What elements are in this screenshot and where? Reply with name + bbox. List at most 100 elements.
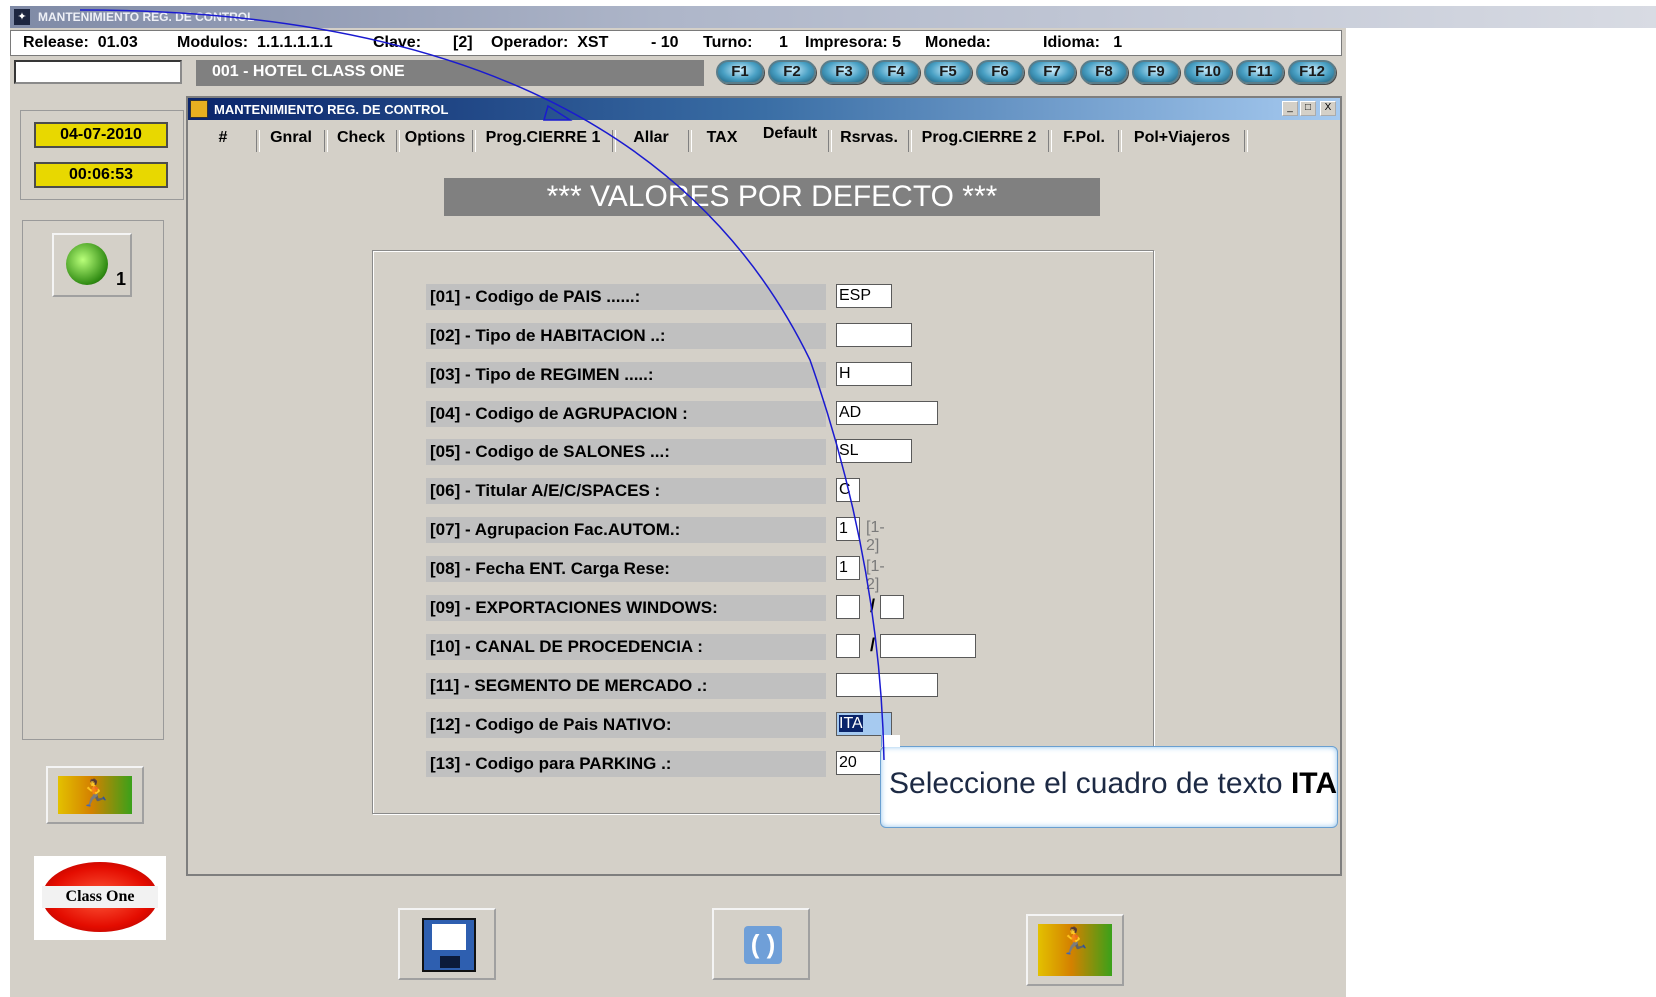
selected-text: ITA bbox=[839, 715, 863, 732]
exit-running-man-icon: 🏃 bbox=[1038, 924, 1112, 976]
tab-rsrvas[interactable]: Rsrvas. bbox=[832, 126, 906, 152]
exportaciones-input-2[interactable] bbox=[880, 595, 904, 619]
field-label: [01] - Codigo de PAIS ......: bbox=[426, 284, 826, 310]
tab-separator bbox=[1244, 130, 1248, 152]
exit-button[interactable]: 🏃 bbox=[1026, 914, 1124, 986]
section-banner: *** VALORES POR DEFECTO *** bbox=[444, 178, 1100, 216]
command-input[interactable] bbox=[14, 60, 182, 84]
release-text: Release: 01.03 bbox=[23, 34, 138, 51]
f2-button[interactable]: F2 bbox=[768, 60, 816, 84]
idioma-text: Idioma: 1 bbox=[1043, 34, 1123, 51]
hotel-name: 001 - HOTEL CLASS ONE bbox=[212, 63, 405, 80]
turno-label: Turno: bbox=[703, 34, 753, 51]
f12-button[interactable]: F12 bbox=[1288, 60, 1336, 84]
field-label: [12] - Codigo de Pais NATIVO: bbox=[426, 712, 826, 738]
tipo-habitacion-input[interactable] bbox=[836, 323, 912, 347]
exit-button-side[interactable]: 🏃 bbox=[46, 766, 144, 824]
f11-button[interactable]: F11 bbox=[1236, 60, 1284, 84]
tab-fpol[interactable]: F.Pol. bbox=[1052, 126, 1116, 152]
date-display: 04-07-2010 bbox=[34, 122, 168, 148]
tab-prog-cierre-1[interactable]: Prog.CIERRE 1 bbox=[476, 126, 610, 152]
tools-icon bbox=[66, 243, 108, 285]
f4-button[interactable]: F4 bbox=[872, 60, 920, 84]
window-title: MANTENIMIENTO REG. DE CONTROL bbox=[214, 102, 449, 117]
field-label: [04] - Codigo de AGRUPACION : bbox=[426, 401, 826, 427]
tools-button[interactable]: 1 bbox=[52, 233, 132, 297]
f5-button[interactable]: F5 bbox=[924, 60, 972, 84]
field-label: [10] - CANAL DE PROCEDENCIA : bbox=[426, 634, 826, 660]
operador-text: Operador: XST bbox=[491, 34, 609, 51]
tab-default[interactable]: Default bbox=[754, 122, 826, 152]
f9-button[interactable]: F9 bbox=[1132, 60, 1180, 84]
floppy-slot bbox=[440, 956, 460, 968]
exportaciones-input-1[interactable] bbox=[836, 595, 860, 619]
minimize-button[interactable]: _ bbox=[1282, 101, 1298, 116]
turno-value: 1 bbox=[779, 34, 788, 51]
f3-button[interactable]: F3 bbox=[820, 60, 868, 84]
f7-button[interactable]: F7 bbox=[1028, 60, 1076, 84]
canal-procedencia-input-1[interactable] bbox=[836, 634, 860, 658]
field-label: [11] - SEGMENTO DE MERCADO .: bbox=[426, 673, 826, 699]
field-label: [02] - Tipo de HABITACION ..: bbox=[426, 323, 826, 349]
tab-options[interactable]: Options bbox=[400, 126, 470, 152]
pais-nativo-input[interactable]: ITA bbox=[836, 712, 892, 736]
f10-button[interactable]: F10 bbox=[1184, 60, 1232, 84]
side-toolbar-panel bbox=[22, 220, 164, 740]
clave-value: [2] bbox=[453, 34, 473, 51]
f6-button[interactable]: F6 bbox=[976, 60, 1024, 84]
maximize-button[interactable]: □ bbox=[1300, 101, 1316, 116]
fecha-ent-input[interactable]: 1 bbox=[836, 556, 860, 580]
canal-procedencia-input-2[interactable] bbox=[880, 634, 976, 658]
window-title-bar: MANTENIMIENTO REG. DE CONTROL _ □ X bbox=[188, 98, 1340, 120]
tooltip-message: Seleccione el cuadro de texto bbox=[889, 767, 1291, 800]
logo-text: Class One bbox=[65, 888, 135, 905]
codigo-pais-input[interactable]: ESP bbox=[836, 284, 892, 308]
segmento-mercado-input[interactable] bbox=[836, 673, 938, 697]
tab-gnral[interactable]: Gnral bbox=[260, 126, 322, 152]
tab-prog-cierre-2[interactable]: Prog.CIERRE 2 bbox=[912, 126, 1046, 152]
floppy-label bbox=[432, 924, 466, 950]
exit-running-man-icon: 🏃 bbox=[58, 776, 132, 814]
field-label: [03] - Tipo de REGIMEN .....: bbox=[426, 362, 826, 388]
floppy-disk-icon bbox=[422, 918, 476, 972]
hotel-name-bar: 001 - HOTEL CLASS ONE bbox=[196, 60, 704, 86]
refresh-button[interactable]: ( ) bbox=[712, 908, 810, 980]
codigo-salones-input[interactable]: SL bbox=[836, 439, 912, 463]
function-key-bar: F1 F2 F3 F4 F5 F6 F7 F8 F9 F10 F11 F12 bbox=[716, 60, 1336, 84]
tab-check[interactable]: Check bbox=[328, 126, 394, 152]
field-separator: / bbox=[870, 596, 876, 616]
moneda-label: Moneda: bbox=[925, 34, 991, 51]
tooltip-emphasis: ITA bbox=[1290, 767, 1338, 800]
close-button[interactable]: X bbox=[1320, 101, 1336, 116]
tooltip-text: Seleccione el cuadro de texto ITA bbox=[889, 767, 1337, 801]
field-label: [08] - Fecha ENT. Carga Rese: bbox=[426, 556, 826, 582]
titular-input[interactable]: C bbox=[836, 478, 860, 502]
agrupacion-fac-input[interactable]: 1 bbox=[836, 517, 860, 541]
tooltip-pointer bbox=[881, 735, 900, 747]
tools-badge: 1 bbox=[116, 269, 127, 289]
tab-hash[interactable]: # bbox=[192, 126, 254, 152]
field-label: [07] - Agrupacion Fac.AUTOM.: bbox=[426, 517, 826, 543]
tab-pol-viajeros[interactable]: Pol+Viajeros bbox=[1122, 126, 1242, 152]
codigo-agrupacion-input[interactable]: AD bbox=[836, 401, 938, 425]
window-icon bbox=[190, 100, 208, 118]
desktop-area bbox=[1346, 0, 1656, 997]
tab-allar[interactable]: Allar bbox=[616, 126, 686, 152]
app-title-bar: ✦ MANTENIMIENTO REG. DE CONTROL bbox=[10, 6, 1656, 28]
save-button[interactable] bbox=[398, 908, 496, 980]
modulos-text: Modulos: 1.1.1.1.1.1 bbox=[177, 34, 333, 51]
f8-button[interactable]: F8 bbox=[1080, 60, 1128, 84]
field-label: [05] - Codigo de SALONES ...: bbox=[426, 439, 826, 465]
f1-button[interactable]: F1 bbox=[716, 60, 764, 84]
tipo-regimen-input[interactable]: H bbox=[836, 362, 912, 386]
field-separator: / bbox=[870, 635, 876, 655]
tab-tax[interactable]: TAX bbox=[692, 126, 752, 152]
class-one-logo: Class One bbox=[34, 856, 166, 940]
instruction-tooltip: Seleccione el cuadro de texto ITA bbox=[880, 735, 1338, 828]
time-display: 00:06:53 bbox=[34, 162, 168, 188]
field-label: [06] - Titular A/E/C/SPACES : bbox=[426, 478, 826, 504]
refresh-icon: ( ) bbox=[744, 926, 782, 964]
offset-text: - 10 bbox=[651, 34, 679, 51]
range-hint: [1-2] bbox=[866, 519, 885, 554]
impresora-text: Impresora: 5 bbox=[805, 34, 902, 51]
